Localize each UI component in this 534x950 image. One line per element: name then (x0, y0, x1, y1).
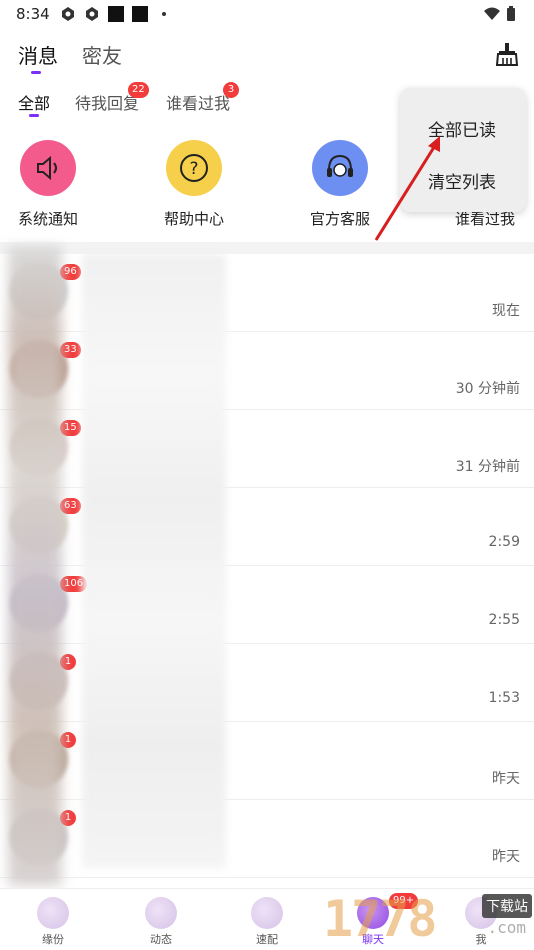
subtab-who-viewed-me[interactable]: 谁看过我 (166, 90, 230, 114)
conversation-row[interactable]: 1 1:53 (0, 644, 534, 722)
message-time: 30 分钟前 (455, 381, 520, 397)
unread-badge: 1 (60, 654, 76, 670)
notification-square-icon (132, 6, 148, 22)
conversation-row[interactable]: 1 昨天 (0, 800, 534, 878)
unread-badge: 1 (60, 732, 76, 748)
quick-label: 帮助中心 (163, 210, 224, 228)
moments-icon (145, 897, 177, 929)
nav-moments[interactable]: 动态 (131, 897, 191, 947)
awaiting-reply-badge: 22 (128, 82, 149, 98)
tab-messages[interactable]: 消息 (18, 40, 58, 69)
quick-label: 系统通知 (17, 210, 78, 228)
message-time: 1:53 (488, 690, 520, 706)
svg-text:?: ? (189, 159, 198, 179)
status-bar: 8:34 (0, 0, 534, 28)
tab-close-friends[interactable]: 密友 (82, 40, 122, 69)
conversation-row[interactable]: 96 现在 (0, 254, 534, 332)
unread-badge: 96 (60, 264, 81, 280)
watermark-number: 1778 (323, 890, 437, 948)
unread-badge: 33 (60, 342, 81, 358)
notification-square-icon (108, 6, 124, 22)
annotation-arrow-icon (374, 136, 440, 241)
unread-badge: 1 (60, 810, 76, 826)
watermark-domain: .com (487, 918, 526, 937)
nav-label: 缘份 (42, 933, 64, 946)
message-time: 2:59 (488, 534, 520, 550)
message-time: 昨天 (492, 771, 520, 787)
quick-system-notice[interactable]: 系统通知 (0, 140, 103, 229)
status-time: 8:34 (16, 5, 50, 23)
conversation-row[interactable]: 15 31 分钟前 (0, 410, 534, 488)
nav-fate[interactable]: 缘份 (23, 897, 83, 947)
fate-icon (37, 897, 69, 929)
quick-help-center[interactable]: ? 帮助中心 (139, 140, 249, 229)
active-tab-indicator (31, 71, 41, 74)
watermark-tag: 下载站 (482, 894, 532, 918)
quick-match-icon (251, 897, 283, 929)
wifi-icon (484, 7, 500, 20)
section-divider (0, 242, 534, 254)
message-time: 昨天 (492, 849, 520, 865)
subtab-all[interactable]: 全部 (18, 90, 50, 114)
app-notification-icon (86, 7, 98, 21)
question-icon: ? (166, 140, 222, 196)
message-time: 2:55 (488, 612, 520, 628)
battery-icon (507, 6, 515, 21)
broom-clean-icon[interactable] (496, 42, 518, 66)
conversation-row[interactable]: 63 2:59 (0, 488, 534, 566)
who-viewed-badge: 3 (223, 82, 239, 98)
conversation-row[interactable]: 1 昨天 (0, 722, 534, 800)
message-time: 31 分钟前 (455, 459, 520, 475)
blurred-avatars-overlay (8, 246, 62, 886)
conversation-row[interactable]: 33 30 分钟前 (0, 332, 534, 410)
blurred-names-overlay (82, 254, 226, 868)
headset-icon (312, 140, 368, 196)
speaker-icon (20, 140, 76, 196)
conversation-row[interactable]: 106 2:55 (0, 566, 534, 644)
unread-badge: 15 (60, 420, 81, 436)
app-notification-icon (62, 7, 74, 21)
nav-label: 速配 (256, 933, 278, 946)
nav-quick-match[interactable]: 速配 (237, 897, 297, 947)
nav-label: 动态 (150, 933, 172, 946)
site-watermark: 1778 下载站 .com (309, 886, 534, 950)
unread-badge: 63 (60, 498, 81, 514)
active-subtab-indicator (29, 114, 39, 117)
more-notifications-dot-icon (162, 12, 166, 16)
message-time: 现在 (492, 303, 520, 319)
